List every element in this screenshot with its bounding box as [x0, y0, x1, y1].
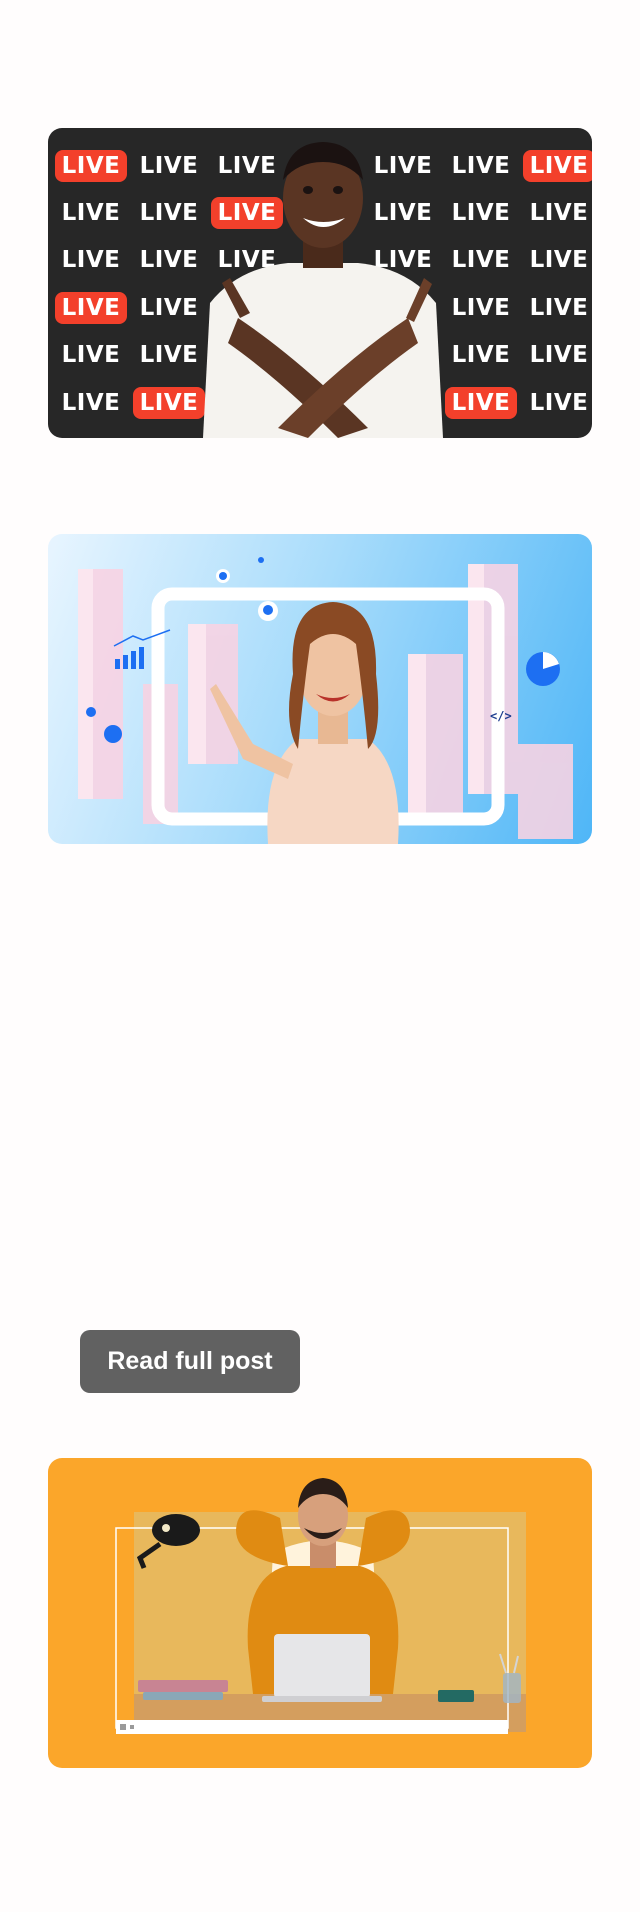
live-grid-cell: LIVE — [520, 237, 592, 284]
code-tag-label: </> — [490, 709, 512, 723]
live-badge: LIVE — [529, 200, 589, 227]
live-badge: LIVE — [61, 200, 121, 227]
live-badge-highlighted: LIVE — [54, 149, 128, 182]
analytics-illustration: </> — [78, 557, 573, 844]
live-badge: LIVE — [529, 389, 589, 416]
live-badge: LIVE — [139, 152, 199, 179]
live-badge-highlighted: LIVE — [444, 386, 518, 419]
live-badge: LIVE — [529, 247, 589, 274]
live-badge-highlighted: LIVE — [132, 386, 206, 419]
live-grid-cell: LIVE — [130, 379, 208, 426]
live-badge: LIVE — [451, 200, 511, 227]
live-badge: LIVE — [61, 342, 121, 369]
live-badge: LIVE — [61, 247, 121, 274]
live-badge: LIVE — [529, 342, 589, 369]
live-grid-cell: LIVE — [442, 142, 520, 189]
relaxed-worker-image-card[interactable] — [48, 1458, 592, 1768]
live-grid-cell: LIVE — [442, 284, 520, 331]
live-stream-image-card[interactable]: LIVE LIVE LIVE LIVE LIVE LIVE LIVE LIVE LIVE LIVE… — [48, 128, 592, 438]
live-badge: LIVE — [139, 342, 199, 369]
live-grid-cell: LIVE — [52, 379, 130, 426]
live-badge: LIVE — [61, 389, 121, 416]
live-badge-highlighted: LIVE — [54, 291, 128, 324]
live-badge: LIVE — [451, 152, 511, 179]
analytics-image-card[interactable]: </> — [48, 534, 592, 844]
live-grid-cell: LIVE — [52, 142, 130, 189]
live-grid-cell: LIVE — [52, 189, 130, 236]
live-grid-cell: LIVE — [130, 332, 208, 379]
live-grid-cell: LIVE — [442, 332, 520, 379]
live-grid-cell: LIVE — [520, 284, 592, 331]
live-grid-cell: LIVE — [130, 142, 208, 189]
live-badge: LIVE — [451, 294, 511, 321]
relaxed-worker-illustration — [115, 1478, 526, 1734]
live-badge: LIVE — [139, 247, 199, 274]
live-badge-highlighted: LIVE — [522, 149, 592, 182]
live-badge: LIVE — [451, 247, 511, 274]
live-grid-cell: LIVE — [520, 189, 592, 236]
live-grid-cell: LIVE — [52, 237, 130, 284]
smiling-man-illustration — [203, 142, 443, 438]
live-grid-cell: LIVE — [442, 189, 520, 236]
live-grid-cell: LIVE — [52, 284, 130, 331]
live-grid-cell: LIVE — [442, 237, 520, 284]
live-grid-cell: LIVE — [130, 189, 208, 236]
live-grid-cell: LIVE — [130, 237, 208, 284]
read-full-post-button[interactable]: Read full post — [80, 1330, 300, 1393]
live-grid-cell: LIVE — [130, 284, 208, 331]
live-grid-cell: LIVE — [52, 332, 130, 379]
live-grid-cell: LIVE — [520, 142, 592, 189]
live-badge: LIVE — [139, 200, 199, 227]
live-grid-cell: LIVE — [520, 332, 592, 379]
live-badge: LIVE — [529, 294, 589, 321]
live-badge: LIVE — [451, 342, 511, 369]
live-badge: LIVE — [139, 294, 199, 321]
live-grid-cell: LIVE — [442, 379, 520, 426]
live-grid-cell: LIVE — [520, 379, 592, 426]
